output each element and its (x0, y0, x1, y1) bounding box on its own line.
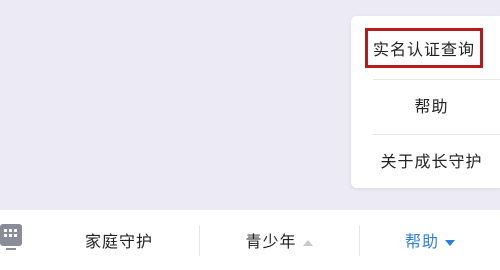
menu-divider (373, 134, 500, 135)
bottom-navigation-bar: 家庭守护 青少年 帮助 (0, 210, 500, 270)
menu-item-about[interactable]: 关于成长守护 (363, 137, 500, 183)
menu-item-help[interactable]: 帮助 (363, 82, 500, 128)
caret-up-icon (302, 231, 313, 250)
menu-divider (373, 79, 500, 80)
nav-label: 青少年 (245, 232, 297, 251)
nav-label: 家庭守护 (84, 232, 153, 251)
keyboard-grid-icon[interactable] (0, 222, 24, 252)
menu-item-real-name-query[interactable]: 实名认证查询 (365, 28, 483, 68)
caret-down-icon (445, 231, 455, 250)
nav-help[interactable]: 帮助 (360, 210, 500, 270)
menu-item-label: 关于成长守护 (380, 152, 483, 171)
nav-teen[interactable]: 青少年 (200, 210, 358, 270)
nav-family-guard[interactable]: 家庭守护 (40, 210, 198, 270)
help-popup-menu: 实名认证查询 帮助 关于成长守护 (351, 16, 500, 188)
menu-item-label: 实名认证查询 (372, 40, 475, 59)
nav-label: 帮助 (404, 232, 439, 251)
menu-item-label: 帮助 (414, 97, 449, 116)
